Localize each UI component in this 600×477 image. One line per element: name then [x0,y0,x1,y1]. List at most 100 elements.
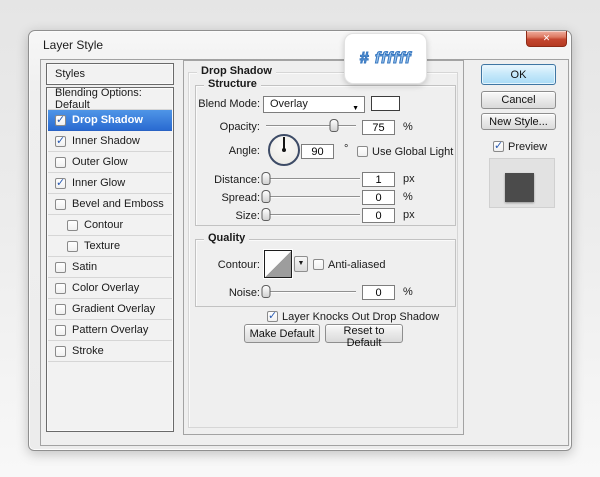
dialog-title: Layer Style [43,38,104,52]
use-global-light-checkbox[interactable] [357,146,368,157]
quality-group-title: Quality [204,232,250,244]
anti-aliased-checkbox[interactable] [313,259,324,270]
distance-unit: px [403,173,415,185]
sidebar-item-inner-glow[interactable]: Inner Glow [48,173,172,194]
sidebar-item-label: Inner Glow [72,177,126,189]
spread-unit: % [403,191,413,203]
size-label: Size: [235,210,260,222]
sidebar-item-label: Drop Shadow [72,114,143,126]
noise-input[interactable] [362,285,395,300]
inner-glow-checkbox[interactable] [55,176,66,189]
sidebar-item-label: Blending Options: Default [55,87,142,111]
spread-slider-thumb[interactable] [261,190,271,203]
sidebar-item-texture[interactable]: Texture [48,236,172,257]
distance-input[interactable] [362,172,395,187]
contour-label: Contour: [217,259,260,271]
shadow-color-swatch[interactable] [371,96,400,111]
color-overlay-checkbox[interactable] [55,282,66,294]
reset-to-default-button[interactable]: Reset to Default [325,324,403,349]
angle-unit: ° [344,143,349,155]
layer-knocks-out-checkbox[interactable] [267,309,278,322]
angle-label: Angle: [228,145,260,157]
sidebar-item-label: Satin [72,261,98,273]
hex-color-text: # ffffff [359,49,412,67]
size-slider[interactable] [261,208,360,222]
sidebar-item-color-overlay[interactable]: Color Overlay [48,278,172,299]
use-global-light-label: Use Global Light [372,146,454,158]
layer-knocks-out-label: Layer Knocks Out Drop Shadow [282,311,440,323]
sidebar-item-label: Pattern Overlay [72,324,149,336]
layer-style-dialog: Layer Style ✕ Styles Blending Options: D… [28,30,572,451]
noise-slider-thumb[interactable] [261,285,271,298]
sidebar-item-label: Stroke [72,345,104,357]
new-style-button[interactable]: New Style... [481,113,556,130]
sidebar-item-label: Contour [84,219,124,231]
drop-shadow-checkbox[interactable] [55,113,66,126]
dialog-content-area: Styles Blending Options: Default Drop Sh… [40,59,569,446]
sidebar-item-outer-glow[interactable]: Outer Glow [48,152,172,173]
size-input[interactable] [362,208,395,223]
noise-unit: % [403,286,413,298]
opacity-unit: % [403,121,413,133]
inner-shadow-checkbox[interactable] [55,134,66,147]
contour-checkbox[interactable] [67,219,78,231]
sidebar-item-contour[interactable]: Contour [48,215,172,236]
noise-slider[interactable] [261,285,356,299]
angle-input[interactable] [301,144,334,159]
blend-mode-dropdown[interactable]: Overlay ▼ [263,96,365,113]
style-preview-area [489,158,555,208]
sidebar-item-stroke[interactable]: Stroke [48,341,172,362]
opacity-slider-thumb[interactable] [329,119,338,132]
opacity-slider[interactable] [266,119,356,133]
size-unit: px [403,209,415,221]
texture-checkbox[interactable] [67,240,78,252]
opacity-input[interactable] [362,120,395,135]
sidebar-item-inner-shadow[interactable]: Inner Shadow [48,131,172,152]
preview-checkbox[interactable] [493,139,504,152]
sidebar-item-label: Gradient Overlay [72,303,156,315]
pattern-overlay-checkbox[interactable] [55,324,66,336]
spread-input[interactable] [362,190,395,205]
sidebar-item-pattern-overlay[interactable]: Pattern Overlay [48,320,172,341]
blend-mode-label: Blend Mode: [198,98,260,110]
styles-header: Styles [46,63,174,85]
sidebar-item-label: Color Overlay [72,282,140,294]
sidebar-item-blending-options[interactable]: Blending Options: Default [48,87,172,111]
sidebar-item-bevel-emboss[interactable]: Bevel and Emboss [48,194,172,215]
desktop-background: { "window": { "title": "Layer Style", "c… [0,0,600,477]
sidebar-item-label: Bevel and Emboss [72,198,164,210]
outer-glow-checkbox[interactable] [55,156,66,168]
distance-slider[interactable] [261,172,360,186]
noise-label: Noise: [228,287,260,299]
stroke-checkbox[interactable] [55,345,66,357]
close-icon[interactable]: ✕ [526,31,567,47]
gradient-overlay-checkbox[interactable] [55,303,66,315]
sidebar-item-drop-shadow[interactable]: Drop Shadow [48,110,172,131]
spread-label: Spread: [221,192,260,204]
contour-dropdown-arrow-icon[interactable]: ▼ [294,256,308,272]
sidebar-item-label: Inner Shadow [72,135,140,147]
distance-slider-thumb[interactable] [261,172,271,185]
structure-group-title: Structure [204,78,261,90]
hex-color-badge: # ffffff [344,33,427,84]
spread-slider[interactable] [261,190,360,204]
sidebar-item-satin[interactable]: Satin [48,257,172,278]
make-default-button[interactable]: Make Default [244,324,320,343]
styles-list: Blending Options: Default Drop Shadow In… [46,87,174,432]
angle-dial-center [282,148,286,152]
anti-aliased-label: Anti-aliased [328,259,386,271]
drop-shadow-group-title: Drop Shadow [197,65,276,77]
preview-label: Preview [508,141,548,153]
bevel-emboss-checkbox[interactable] [55,198,66,210]
ok-button[interactable]: OK [481,64,556,85]
size-slider-thumb[interactable] [261,208,271,221]
style-preview-square [505,173,534,202]
opacity-label: Opacity: [219,121,260,133]
angle-dial[interactable] [268,134,300,166]
distance-label: Distance: [214,174,260,186]
cancel-button[interactable]: Cancel [481,91,556,109]
contour-picker[interactable] [264,250,292,278]
sidebar-item-gradient-overlay[interactable]: Gradient Overlay [48,299,172,320]
sidebar-item-label: Texture [84,240,121,252]
satin-checkbox[interactable] [55,261,66,273]
